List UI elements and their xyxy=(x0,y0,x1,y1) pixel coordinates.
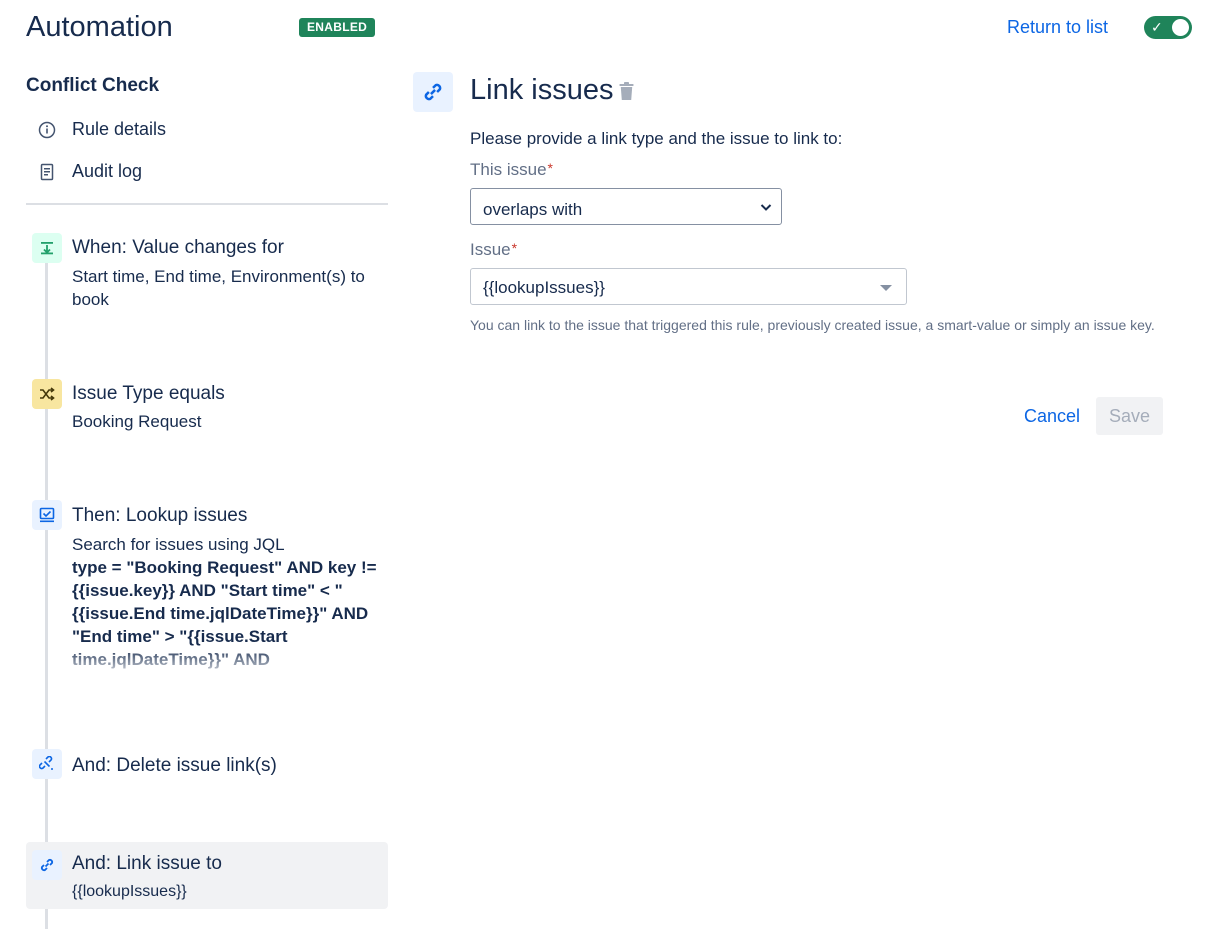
step-trigger[interactable]: When: Value changes for Start time, End … xyxy=(26,233,388,323)
form-prompt: Please provide a link type and the issue… xyxy=(470,129,843,148)
document-icon xyxy=(38,163,56,181)
nav-label: Audit log xyxy=(72,161,143,181)
jql-fade xyxy=(72,646,382,680)
page-title: Automation xyxy=(26,11,173,43)
step-subtitle: {{lookupIssues}} xyxy=(72,883,187,900)
link-type-select[interactable]: overlaps with xyxy=(470,188,782,225)
required-asterisk: * xyxy=(547,160,553,176)
helper-text: You can link to the issue that triggered… xyxy=(470,317,1155,333)
issue-label: Issue* xyxy=(470,240,517,260)
step-title: Then: Lookup issues xyxy=(72,505,248,526)
issue-input[interactable]: {{lookupIssues}} xyxy=(470,268,907,305)
step-title: And: Delete issue link(s) xyxy=(72,755,277,776)
trash-icon[interactable] xyxy=(619,82,634,106)
step-title: When: Value changes for xyxy=(72,237,284,258)
field-label-text: Issue xyxy=(470,240,511,259)
check-icon: ✓ xyxy=(1151,19,1163,35)
return-to-list-link[interactable]: Return to list xyxy=(1007,17,1108,38)
step-link-issue-to[interactable]: And: Link issue to {{lookupIssues}} xyxy=(26,842,388,909)
select-value: overlaps with xyxy=(483,200,583,219)
shuffle-icon xyxy=(32,379,62,409)
caret-down-icon xyxy=(880,285,892,291)
lookup-icon xyxy=(32,500,62,530)
field-label-text: This issue xyxy=(470,160,547,179)
cancel-button[interactable]: Cancel xyxy=(1012,397,1092,435)
chevron-down-icon xyxy=(759,200,773,219)
required-asterisk: * xyxy=(511,240,518,256)
input-value: {{lookupIssues}} xyxy=(483,278,605,297)
step-lookup-issues[interactable]: Then: Lookup issues Search for issues us… xyxy=(26,500,388,690)
step-delete-issue-links[interactable]: And: Delete issue link(s) xyxy=(26,749,388,789)
component-title: Link issues xyxy=(470,74,614,106)
trigger-icon xyxy=(32,233,62,263)
step-title: And: Link issue to xyxy=(72,853,222,874)
step-subtitle: Booking Request xyxy=(72,412,202,431)
this-issue-label: This issue* xyxy=(470,160,553,180)
info-icon xyxy=(38,121,56,139)
step-title: Issue Type equals xyxy=(72,383,225,404)
step-subtitle: Search for issues using JQL xyxy=(72,535,285,554)
nav-rule-details[interactable]: Rule details xyxy=(38,119,166,140)
sidebar-divider xyxy=(26,203,388,205)
link-icon xyxy=(32,850,62,880)
status-badge: ENABLED xyxy=(299,18,376,37)
toggle-knob xyxy=(1172,19,1189,36)
rule-enabled-toggle[interactable]: ✓ xyxy=(1144,16,1192,39)
link-icon xyxy=(413,72,453,112)
step-condition[interactable]: Issue Type equals Booking Request xyxy=(26,379,388,439)
jql-wrapper: type = "Booking Request" AND key != {{is… xyxy=(26,556,388,680)
nav-audit-log[interactable]: Audit log xyxy=(38,161,142,182)
save-button[interactable]: Save xyxy=(1096,397,1163,435)
unlink-icon xyxy=(32,749,62,779)
nav-label: Rule details xyxy=(72,119,167,139)
rule-name: Conflict Check xyxy=(26,75,160,96)
step-subtitle: Start time, End time, Environment(s) to … xyxy=(72,267,365,309)
